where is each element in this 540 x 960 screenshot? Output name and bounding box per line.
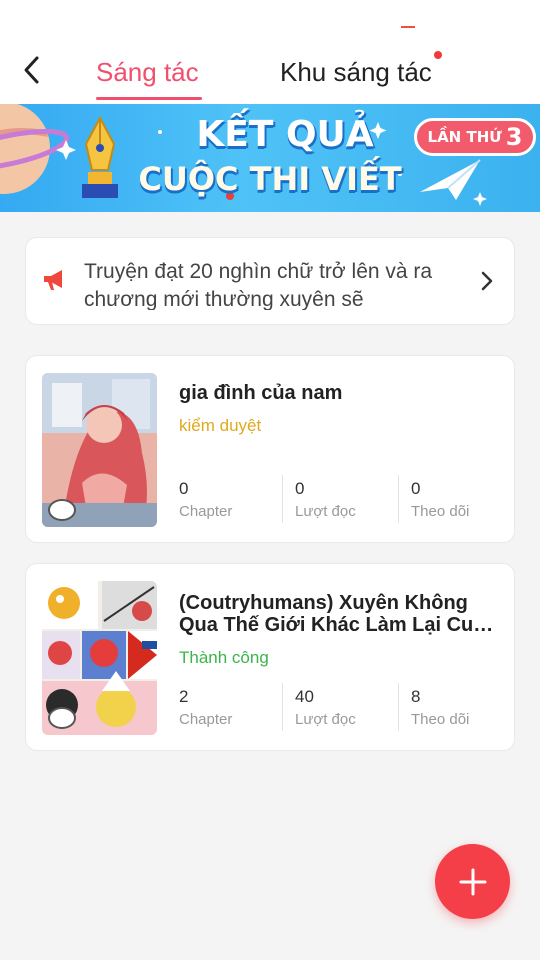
tab-sang-tac[interactable]: Sáng tác	[96, 56, 199, 88]
stat-label: Chapter	[179, 503, 233, 520]
stat-value: 0	[295, 479, 305, 498]
divider	[398, 683, 399, 731]
divider	[282, 475, 283, 523]
comment-bubble-icon	[48, 707, 76, 729]
contest-results-banner[interactable]: KẾT QUẢ CUỘC THI VIẾT LẦN THỨ 3	[0, 104, 540, 212]
story-title-line2: Qua Thế Giới Khác Làm Lại Cuộc...	[179, 614, 499, 636]
story-title-line1: (Coutryhumans) Xuyên Không	[179, 592, 468, 614]
stat-value: 0	[179, 479, 189, 498]
stat-reads: 0 Lượt đọc	[295, 479, 395, 522]
chevron-left-icon	[24, 56, 39, 84]
stat-label: Theo dõi	[411, 711, 470, 728]
stat-value: 40	[295, 687, 314, 706]
stat-label: Lượt đọc	[295, 711, 356, 728]
status-indicator	[401, 26, 415, 28]
stat-followers: 0 Theo dõi	[411, 479, 511, 522]
story-title: (Coutryhumans) Xuyên Không Qua Thế Giới …	[179, 592, 499, 636]
megaphone-icon	[44, 270, 62, 290]
stat-label: Lượt đọc	[295, 503, 356, 520]
contest-round-badge: LẦN THỨ 3	[414, 118, 536, 156]
stat-chapter: 0 Chapter	[179, 479, 279, 522]
stat-reads: 40 Lượt đọc	[295, 687, 395, 730]
story-card[interactable]: gia đình của nam kiểm duyệt 0 Chapter 0 …	[25, 355, 515, 543]
story-status: Thành công	[179, 648, 269, 667]
divider	[398, 475, 399, 523]
announcement-card[interactable]: Truyện đạt 20 nghìn chữ trở lên và ra ch…	[25, 237, 515, 325]
banner-title-line2: CUỘC THI VIẾT	[138, 160, 402, 198]
notification-dot	[434, 51, 442, 59]
back-button[interactable]	[14, 52, 50, 88]
stat-label: Theo dõi	[411, 503, 470, 520]
story-cover-image	[42, 581, 157, 735]
badge-label: LẦN THỨ	[427, 128, 502, 146]
stat-label: Chapter	[179, 711, 233, 728]
stat-value: 8	[411, 687, 421, 706]
comment-bubble-icon	[48, 499, 76, 521]
add-story-button[interactable]	[435, 844, 510, 919]
stat-value: 0	[411, 479, 421, 498]
chevron-right-icon	[481, 271, 493, 291]
story-status: kiểm duyệt	[179, 416, 262, 435]
plus-icon	[459, 868, 486, 895]
badge-number: 3	[505, 123, 523, 151]
top-bar: Sáng tác Khu sáng tác	[0, 0, 540, 104]
active-tab-indicator	[96, 97, 202, 100]
story-card[interactable]: (Coutryhumans) Xuyên Không Qua Thế Giới …	[25, 563, 515, 751]
story-cover-image	[42, 373, 157, 527]
divider	[282, 683, 283, 731]
announcement-text: Truyện đạt 20 nghìn chữ trở lên và ra ch…	[84, 260, 433, 310]
stat-chapter: 2 Chapter	[179, 687, 279, 730]
stat-value: 2	[179, 687, 189, 706]
stat-followers: 8 Theo dõi	[411, 687, 511, 730]
tab-khu-sang-tac[interactable]: Khu sáng tác	[280, 56, 432, 88]
story-title: gia đình của nam	[179, 382, 343, 404]
